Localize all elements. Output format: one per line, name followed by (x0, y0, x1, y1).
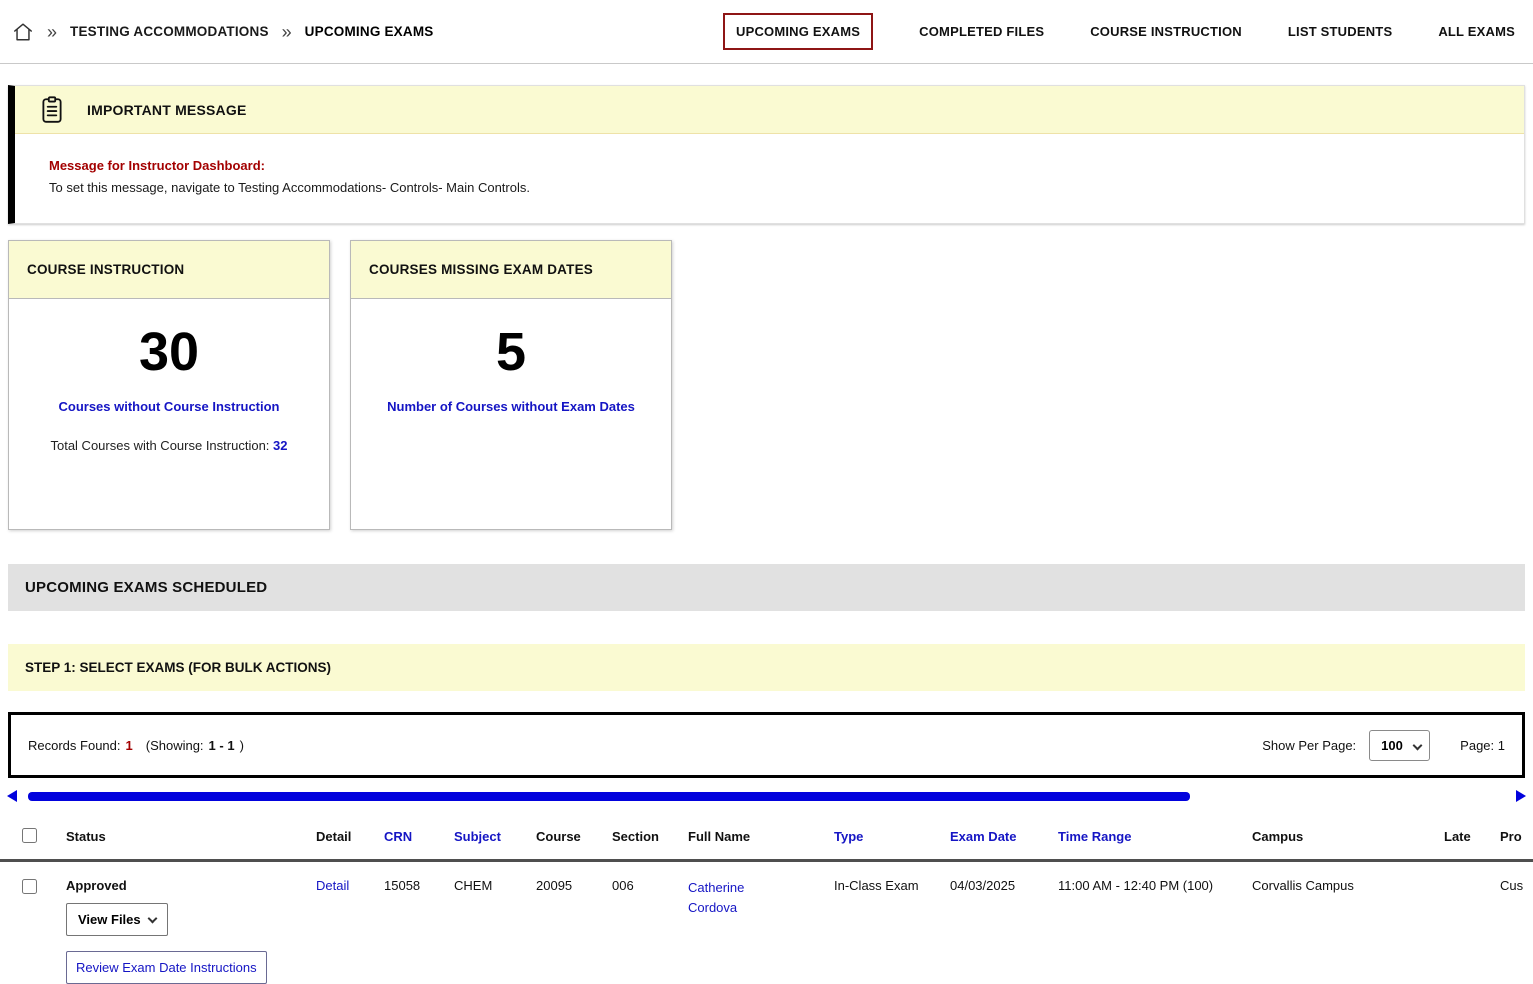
row-select-checkbox[interactable] (22, 879, 37, 894)
nav-item-upcoming-exams[interactable]: UPCOMING EXAMS (723, 13, 873, 50)
breadcrumb-item-testing-accommodations[interactable]: TESTING ACCOMMODATIONS (70, 24, 269, 39)
breadcrumb: » TESTING ACCOMMODATIONS » UPCOMING EXAM… (12, 21, 433, 43)
missing-exam-dates-card-body: 5 Number of Courses without Exam Dates (351, 299, 671, 414)
pagination-controls: Show Per Page: 100 Page: 1 (1262, 730, 1505, 761)
records-toolbar: Records Found: 1 (Showing: 1 - 1 ) Show … (8, 712, 1525, 778)
view-files-label: View Files (78, 912, 141, 927)
status-cell: Approved View Files Review Exam Date Ins… (66, 878, 316, 984)
records-found-label: Records Found: (28, 738, 121, 753)
records-found-count: 1 (126, 738, 133, 753)
breadcrumb-separator-icon: » (282, 23, 292, 41)
missing-exam-dates-card-header: COURSES MISSING EXAM DATES (351, 241, 671, 299)
table-header-row: Status Detail CRN Subject Course Section… (0, 811, 1533, 862)
exam-date-cell: 04/03/2025 (950, 878, 1058, 893)
exams-table: Status Detail CRN Subject Course Section… (0, 811, 1533, 984)
upcoming-exams-scheduled-title: UPCOMING EXAMS SCHEDULED (25, 579, 267, 596)
course-instruction-card: COURSE INSTRUCTION 30 Courses without Co… (8, 240, 330, 530)
column-header-exam-date[interactable]: Exam Date (950, 829, 1058, 844)
page-indicator: Page: 1 (1460, 738, 1505, 753)
total-courses-label: Total Courses with Course Instruction: (50, 438, 273, 453)
section-cell: 006 (612, 878, 688, 893)
per-page-select-wrap: 100 (1369, 730, 1430, 761)
detail-link[interactable]: Detail (316, 878, 349, 893)
select-all-checkbox[interactable] (22, 828, 37, 843)
course-cell: 20095 (536, 878, 612, 893)
subject-cell: CHEM (454, 878, 536, 893)
card-title: COURSE INSTRUCTION (27, 262, 184, 277)
view-files-button[interactable]: View Files (66, 903, 168, 936)
total-courses-footer: Total Courses with Course Instruction: 3… (9, 438, 329, 453)
nav-item-list-students[interactable]: LIST STUDENTS (1288, 24, 1392, 39)
header-checkbox-cell (20, 827, 66, 846)
per-page-select[interactable]: 100 (1369, 730, 1430, 761)
important-message-body: Message for Instructor Dashboard: To set… (15, 134, 1524, 223)
step1-title: STEP 1: SELECT EXAMS (FOR BULK ACTIONS) (25, 660, 331, 675)
table-row: Approved View Files Review Exam Date Ins… (0, 862, 1533, 984)
showing-prefix: (Showing: (146, 738, 204, 753)
important-message-title: IMPORTANT MESSAGE (87, 102, 246, 118)
chevron-down-icon (147, 914, 157, 924)
scrollbar-thumb[interactable] (28, 792, 1190, 801)
campus-cell: Corvallis Campus (1252, 878, 1444, 893)
important-message-panel: IMPORTANT MESSAGE Message for Instructor… (8, 85, 1525, 224)
breadcrumb-item-upcoming-exams: UPCOMING EXAMS (305, 24, 434, 39)
home-icon[interactable] (12, 21, 34, 43)
detail-cell: Detail (316, 878, 384, 893)
nav-item-course-instruction[interactable]: COURSE INSTRUCTION (1090, 24, 1242, 39)
upcoming-exams-scheduled-bar: UPCOMING EXAMS SCHEDULED (8, 564, 1525, 611)
message-text: To set this message, navigate to Testing… (49, 180, 1508, 195)
showing-range: 1 - 1 (209, 738, 235, 753)
column-header-time-range[interactable]: Time Range (1058, 829, 1252, 844)
nav-item-completed-files[interactable]: COMPLETED FILES (919, 24, 1044, 39)
review-exam-date-instructions-button[interactable]: Review Exam Date Instructions (66, 951, 267, 984)
pro-cell: Cus (1500, 878, 1533, 893)
column-header-course: Course (536, 829, 612, 844)
nav-item-all-exams[interactable]: ALL EXAMS (1438, 24, 1515, 39)
step1-bar: STEP 1: SELECT EXAMS (FOR BULK ACTIONS) (8, 644, 1525, 691)
top-nav: » TESTING ACCOMMODATIONS » UPCOMING EXAM… (0, 0, 1533, 64)
breadcrumb-separator-icon: » (47, 23, 57, 41)
total-courses-value[interactable]: 32 (273, 438, 287, 453)
missing-exam-dates-card: COURSES MISSING EXAM DATES 5 Number of C… (350, 240, 672, 530)
time-range-cell: 11:00 AM - 12:40 PM (100) (1058, 878, 1252, 893)
column-header-type[interactable]: Type (834, 829, 950, 844)
status-badge: Approved (66, 878, 308, 893)
scroll-right-arrow-icon[interactable] (1516, 790, 1526, 802)
courses-missing-exam-dates-count: 5 (351, 319, 671, 387)
column-header-crn[interactable]: CRN (384, 829, 454, 844)
column-header-pro: Pro (1500, 829, 1533, 844)
important-message-header: IMPORTANT MESSAGE (15, 86, 1524, 134)
showing-suffix: ) (240, 738, 244, 753)
card-title: COURSES MISSING EXAM DATES (369, 262, 593, 277)
scroll-left-arrow-icon[interactable] (7, 790, 17, 802)
course-instruction-card-header: COURSE INSTRUCTION (9, 241, 329, 299)
column-header-full-name: Full Name (688, 829, 834, 844)
column-header-status: Status (66, 829, 316, 844)
crn-cell: 15058 (384, 878, 454, 893)
student-name-link[interactable]: Catherine Cordova (688, 878, 770, 918)
message-heading: Message for Instructor Dashboard: (49, 158, 1508, 173)
column-header-campus: Campus (1252, 829, 1444, 844)
show-per-page-label: Show Per Page: (1262, 738, 1356, 753)
records-found-text: Records Found: 1 (Showing: 1 - 1 ) (28, 738, 244, 753)
courses-without-instruction-count: 30 (9, 319, 329, 387)
h-scrollbar (0, 790, 1533, 803)
main-nav: UPCOMING EXAMS COMPLETED FILES COURSE IN… (723, 13, 1515, 50)
course-instruction-card-body: 30 Courses without Course Instruction To… (9, 299, 329, 453)
column-header-detail: Detail (316, 829, 384, 844)
clipboard-icon (39, 96, 65, 124)
type-cell: In-Class Exam (834, 878, 950, 893)
column-header-section: Section (612, 829, 688, 844)
stat-cards: COURSE INSTRUCTION 30 Courses without Co… (8, 240, 1525, 530)
row-checkbox-cell (20, 878, 66, 897)
courses-without-exam-dates-link[interactable]: Number of Courses without Exam Dates (351, 399, 671, 414)
column-header-late: Late (1444, 829, 1500, 844)
courses-without-instruction-link[interactable]: Courses without Course Instruction (9, 399, 329, 414)
full-name-cell: Catherine Cordova (688, 878, 834, 918)
column-header-subject[interactable]: Subject (454, 829, 536, 844)
